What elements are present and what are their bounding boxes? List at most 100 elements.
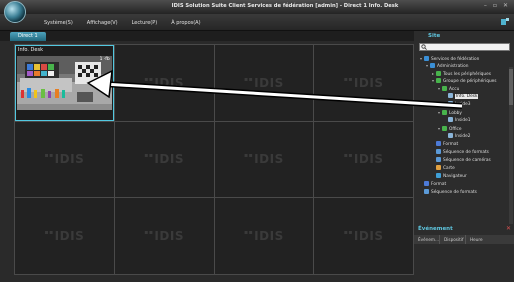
camera-feed-image: [17, 56, 112, 110]
tree-node[interactable]: ▾ Administration: [426, 62, 468, 69]
idis-watermark-logo: ▪▪IDIS: [343, 75, 384, 90]
idis-watermark-logo: ▪▪IDIS: [44, 152, 85, 167]
tree-node[interactable]: Format: [420, 181, 446, 188]
menu-playback[interactable]: Lecture(P): [132, 20, 158, 26]
video-cell[interactable]: ▪▪IDIS: [15, 121, 114, 198]
camera-badge: 1 ·fb: [99, 57, 110, 62]
site-panel-title: Site: [428, 33, 441, 39]
tree-node[interactable]: ▾ Services de fédération: [420, 55, 479, 62]
camera-icon: [448, 133, 453, 138]
window-controls: – ▫ ✕: [484, 2, 508, 9]
group-icon: [436, 78, 441, 83]
video-cell[interactable]: ▪▪IDIS: [15, 198, 114, 274]
window-title: IDIS Solution Suite Client Services de f…: [171, 3, 399, 9]
tree-node-label: Séquence de caméras: [443, 158, 491, 163]
sequence-icon: [424, 189, 429, 194]
video-grid: Info. Desk 1 ·fb ▪▪IDIS ▪▪IDIS ▪▪IDIS ▪▪…: [14, 44, 414, 275]
tree-node[interactable]: Séquence de formats: [432, 149, 489, 156]
menu-bar: Système(S) Affichage(V) Lecture(P) À pro…: [0, 14, 514, 31]
close-button[interactable]: ✕: [503, 2, 508, 9]
event-table-header: Événem... Dispositif Heure: [414, 235, 514, 244]
event-column-device[interactable]: Dispositif: [440, 235, 466, 244]
tree-node-label: Groupe de périphériques: [443, 79, 497, 84]
tree-node-label: Inside2: [455, 134, 471, 139]
tree-node-label: Séquence de formats: [443, 150, 489, 155]
minimize-button[interactable]: –: [484, 2, 487, 9]
tree-node[interactable]: ▾ Accu: [438, 85, 459, 92]
tree-node-label: Carte: [443, 166, 455, 171]
idis-watermark-logo: ▪▪IDIS: [244, 152, 284, 167]
video-cell[interactable]: ▪▪IDIS: [114, 198, 214, 274]
tree-node[interactable]: Info. Desk: [444, 93, 479, 100]
tools-icon[interactable]: [500, 17, 510, 27]
tree-node-label: Accu: [449, 87, 460, 92]
video-cell[interactable]: ▪▪IDIS: [114, 45, 214, 121]
video-cell[interactable]: ▪▪IDIS: [314, 198, 413, 274]
tree-node-label: Info. Desk: [455, 94, 479, 99]
tree-node-label: Office: [449, 127, 462, 132]
idis-watermark-logo: ▪▪IDIS: [244, 229, 284, 244]
video-cell[interactable]: ▪▪IDIS: [214, 45, 314, 121]
event-column-event[interactable]: Événem...: [414, 235, 440, 244]
camera-icon: [448, 93, 453, 98]
tree-node[interactable]: Format: [432, 141, 458, 148]
tab-strip: Direct 1: [0, 31, 414, 41]
tree-node-label: Format: [443, 142, 459, 147]
group-icon: [442, 126, 447, 131]
camera-icon: [448, 117, 453, 122]
idis-watermark-logo: ▪▪IDIS: [244, 75, 284, 90]
tree-node-label: Administration: [437, 64, 469, 69]
browser-icon: [436, 173, 441, 178]
tree-node-label: Séquence de formats: [431, 190, 477, 195]
tab-direct-1[interactable]: Direct 1: [10, 32, 46, 41]
idis-watermark-logo: ▪▪IDIS: [144, 152, 184, 167]
tree-node[interactable]: Séquence de caméras: [432, 157, 491, 164]
video-cell-info-desk[interactable]: Info. Desk 1 ·fb: [15, 45, 114, 121]
camera-icon: [448, 101, 453, 106]
sequence-icon: [436, 149, 441, 154]
tree-node[interactable]: Inside2: [444, 133, 471, 140]
tree-node[interactable]: Inside3: [444, 101, 471, 108]
idis-watermark-logo: ▪▪IDIS: [343, 152, 384, 167]
group-icon: [442, 86, 447, 91]
collapse-icon[interactable]: ✕: [506, 225, 511, 232]
site-search-input[interactable]: [419, 43, 510, 51]
tree-scrollbar[interactable]: [509, 67, 513, 229]
tree-node[interactable]: ▾ Office: [438, 125, 462, 132]
menu-view[interactable]: Affichage(V): [87, 20, 118, 26]
search-icon: [421, 44, 427, 50]
menu-system[interactable]: Système(S): [44, 20, 73, 26]
event-panel-title: Événement: [418, 226, 453, 232]
video-cell[interactable]: ▪▪IDIS: [214, 121, 314, 198]
tree-node[interactable]: ▸ Tous les périphériques: [432, 70, 491, 77]
scrollbar-thumb[interactable]: [509, 69, 513, 105]
tree-node[interactable]: Carte: [432, 165, 455, 172]
layout-icon: [424, 181, 429, 186]
map-icon: [436, 165, 441, 170]
tree-node[interactable]: ▾ Groupe de périphériques: [432, 77, 497, 84]
tree-node[interactable]: ▾ Lobby: [438, 109, 462, 116]
group-icon: [442, 110, 447, 115]
layout-icon: [436, 141, 441, 146]
tree-node[interactable]: Navigateur: [432, 173, 467, 180]
tree-node-label: Lobby: [449, 111, 462, 116]
sequence-icon: [436, 157, 441, 162]
app-logo-icon[interactable]: [4, 1, 26, 23]
tree-node[interactable]: Inside1: [444, 117, 471, 124]
event-list: [414, 244, 514, 282]
video-cell[interactable]: ▪▪IDIS: [114, 121, 214, 198]
video-cell[interactable]: ▪▪IDIS: [214, 198, 314, 274]
menu-about[interactable]: À propos(A): [171, 20, 200, 26]
tree-node-label: Navigateur: [443, 174, 467, 179]
event-panel-header: Événement ✕: [414, 224, 514, 234]
video-cell[interactable]: ▪▪IDIS: [314, 45, 413, 121]
globe-icon: [424, 56, 429, 61]
idis-watermark-logo: ▪▪IDIS: [44, 229, 85, 244]
video-cell[interactable]: ▪▪IDIS: [314, 121, 413, 198]
tree-node[interactable]: Séquence de formats: [420, 189, 477, 196]
tree-node-label: Inside3: [455, 102, 471, 107]
event-column-time[interactable]: Heure: [466, 235, 514, 244]
maximize-button[interactable]: ▫: [493, 2, 497, 9]
tree-node-label: Inside1: [455, 118, 471, 123]
idis-watermark-logo: ▪▪IDIS: [144, 229, 184, 244]
